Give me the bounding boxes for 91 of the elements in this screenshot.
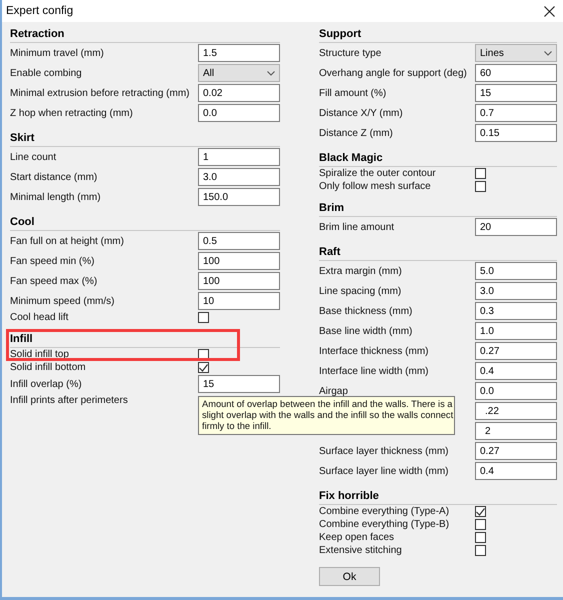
setting-label: Fan speed max (%) <box>10 276 98 286</box>
section-heading: Cool <box>10 216 34 228</box>
checkbox[interactable] <box>475 532 486 543</box>
setting-label: Brim line amount <box>319 222 396 232</box>
input-field[interactable]: 0.4 <box>475 462 557 480</box>
section-heading: Raft <box>319 246 340 258</box>
input-field[interactable]: 0.7 <box>475 104 557 122</box>
ok-button[interactable]: Ok <box>319 567 380 586</box>
setting-label: Extra margin (mm) <box>319 266 403 276</box>
close-icon[interactable] <box>544 6 555 16</box>
setting-label: Cool head lift <box>10 312 70 323</box>
setting-label: Only follow mesh surface <box>319 181 432 192</box>
setting-label: Solid infill top <box>10 349 70 360</box>
input-field[interactable]: 15 <box>475 84 557 102</box>
checkbox[interactable] <box>475 519 486 530</box>
setting-label: Fill amount (%) <box>319 88 388 98</box>
setting-label: Interface line width (mm) <box>319 366 430 376</box>
setting-label: Combine everything (Type-A) <box>319 506 450 517</box>
checkbox[interactable] <box>475 545 486 556</box>
setting-label: Surface layer line width (mm) <box>319 466 450 476</box>
setting-label: Interface thickness (mm) <box>319 346 430 356</box>
input-field[interactable]: 5.0 <box>475 262 557 280</box>
input-field[interactable]: 2 <box>475 422 557 440</box>
setting-label: Minimal length (mm) <box>10 192 102 202</box>
check-icon <box>199 364 208 372</box>
checkbox[interactable] <box>475 506 486 517</box>
setting-label: Start distance (mm) <box>10 172 98 182</box>
setting-label: Enable combing <box>10 68 83 78</box>
dropdown[interactable]: All <box>198 64 280 82</box>
setting-label: Airgap <box>319 386 349 396</box>
section-heading: Infill <box>10 333 33 345</box>
input-field[interactable]: 100 <box>198 252 280 270</box>
setting-label: Keep open faces <box>319 532 396 543</box>
section-heading: Brim <box>319 202 344 214</box>
input-field[interactable]: 0.15 <box>475 124 557 142</box>
setting-label: Base thickness (mm) <box>319 306 414 316</box>
input-field[interactable]: 60 <box>475 64 557 82</box>
section-heading: Support <box>319 28 362 40</box>
input-field[interactable]: 1.5 <box>198 44 280 62</box>
chevron-down-icon <box>267 70 275 76</box>
window-title: Expert config <box>6 5 74 17</box>
checkbox[interactable] <box>198 312 209 323</box>
setting-label: Minimal extrusion before retracting (mm) <box>10 88 190 98</box>
input-field[interactable]: 1.0 <box>475 322 557 340</box>
input-field[interactable]: 0.5 <box>198 232 280 250</box>
setting-label: Line spacing (mm) <box>319 286 402 296</box>
setting-label: Distance Z (mm) <box>319 128 394 138</box>
setting-label: Combine everything (Type-B) <box>319 519 450 530</box>
setting-label: Structure type <box>319 48 382 58</box>
setting-label: Z hop when retracting (mm) <box>10 108 134 118</box>
input-field[interactable]: 15 <box>198 375 280 393</box>
input-field[interactable]: 20 <box>475 218 557 236</box>
input-field[interactable]: 3.0 <box>475 282 557 300</box>
checkbox[interactable] <box>198 362 209 373</box>
input-field[interactable]: 0.3 <box>475 302 557 320</box>
input-field[interactable]: 150.0 <box>198 188 280 206</box>
setting-label: Minimum travel (mm) <box>10 48 105 58</box>
input-field[interactable]: 100 <box>198 272 280 290</box>
input-field[interactable]: 0.02 <box>198 84 280 102</box>
setting-label: Infill prints after perimeters <box>10 395 129 406</box>
input-field[interactable]: 10 <box>198 292 280 310</box>
setting-label: Extensive stitching <box>319 545 403 556</box>
input-field[interactable]: 1 <box>198 148 280 166</box>
section-heading: Fix horrible <box>319 490 379 502</box>
setting-label: Spiralize the outer contour <box>319 168 437 179</box>
setting-label: Line count <box>10 152 58 162</box>
input-field[interactable]: 0.0 <box>475 382 557 400</box>
setting-label: Solid infill bottom <box>10 362 87 373</box>
chevron-down-icon <box>544 50 552 56</box>
input-field[interactable]: 0.27 <box>475 442 557 460</box>
setting-label: Distance X/Y (mm) <box>319 108 404 118</box>
setting-label: Infill overlap (%) <box>10 378 83 390</box>
input-field[interactable]: .22 <box>475 402 557 420</box>
tooltip: Amount of overlap between the infill and the walls. There is a slight overlap with the walls and the infill so the walls connect firmly to the infill. <box>198 396 456 435</box>
input-field[interactable]: 0.0 <box>198 104 280 122</box>
setting-label: Fan speed min (%) <box>10 256 96 266</box>
input-field[interactable]: 0.27 <box>475 342 557 360</box>
setting-label: Overhang angle for support (deg) <box>319 68 468 78</box>
checkbox[interactable] <box>475 181 486 192</box>
check-icon <box>476 508 485 516</box>
checkbox[interactable] <box>475 168 486 179</box>
setting-label: Surface layer thickness (mm) <box>319 446 450 456</box>
setting-label: Fan full on at height (mm) <box>10 236 125 246</box>
setting-label: Base line width (mm) <box>319 326 414 336</box>
dropdown[interactable]: Lines <box>475 44 557 62</box>
section-heading: Black Magic <box>319 152 383 164</box>
section-heading: Skirt <box>10 132 34 144</box>
input-field[interactable]: 0.4 <box>475 362 557 380</box>
input-field[interactable]: 3.0 <box>198 168 280 186</box>
section-heading: Retraction <box>10 28 64 40</box>
setting-label: Minimum speed (mm/s) <box>10 296 116 306</box>
